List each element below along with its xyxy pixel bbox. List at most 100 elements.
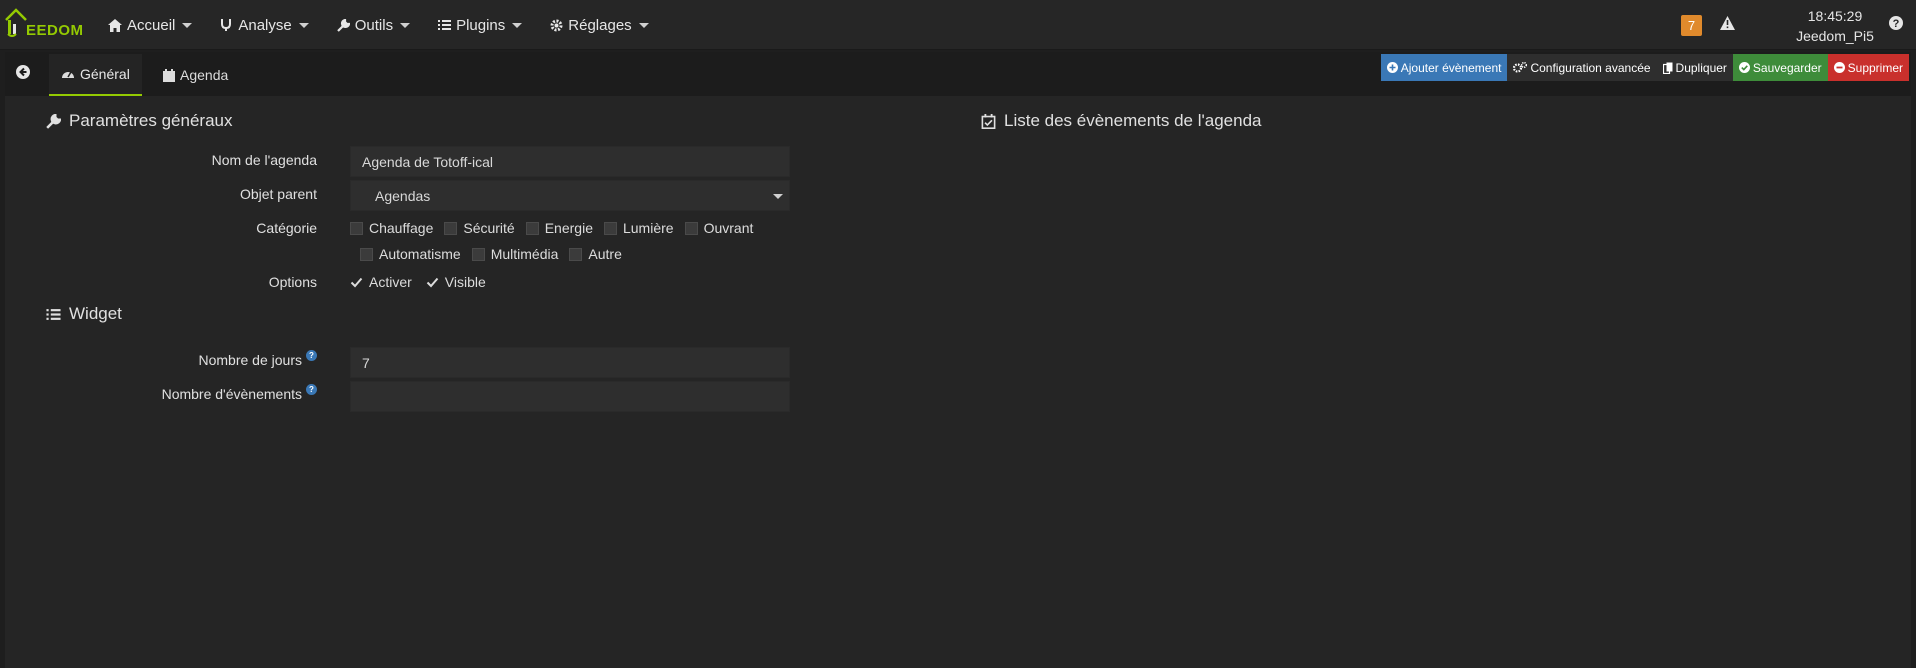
category-row-1: Chauffage Sécurité Energie Lumière Ouvra… — [350, 220, 764, 236]
parent-object-select[interactable]: Agendas — [350, 180, 790, 211]
list-icon — [438, 20, 452, 30]
calendar-icon — [163, 68, 175, 82]
general-section-title: Paramètres généraux — [46, 111, 232, 131]
checkbox[interactable] — [360, 247, 373, 261]
events-list-title-text: Liste des évènements de l'agenda — [1004, 111, 1262, 130]
category-label-ouvrant: Ouvrant — [703, 220, 754, 236]
main-menu: Accueil Analyse Outils Plugins Réglages — [94, 0, 663, 50]
tab-agenda[interactable]: Agenda — [151, 54, 240, 96]
days-count-label: Nombre de jours? — [17, 350, 317, 368]
category-label-lumiere: Lumière — [622, 220, 674, 236]
wrench-icon — [46, 113, 61, 129]
cogs-icon — [1513, 62, 1528, 73]
checkbox[interactable] — [525, 221, 539, 235]
category-chauffage[interactable]: Chauffage — [350, 220, 433, 236]
help-icon[interactable]: ? — [306, 384, 317, 395]
checkbox[interactable] — [444, 221, 458, 235]
chevron-down-icon — [298, 22, 309, 28]
checkbox[interactable] — [684, 221, 698, 235]
option-activate[interactable]: Activer — [350, 274, 412, 290]
events-count-input[interactable] — [350, 381, 790, 412]
logo-text: EEDOM — [26, 22, 84, 39]
copy-icon — [1662, 62, 1673, 74]
tab-general[interactable]: Général — [49, 54, 142, 96]
duplicate-label: Dupliquer — [1675, 60, 1727, 75]
checkbox[interactable] — [569, 247, 583, 261]
list-icon — [46, 308, 61, 320]
days-count-input[interactable]: 7 — [350, 347, 790, 378]
events-list-title: Liste des évènements de l'agenda — [981, 111, 1261, 131]
category-autre[interactable]: Autre — [569, 246, 622, 262]
checkbox[interactable] — [603, 221, 617, 235]
menu-accueil-label: Accueil — [127, 16, 176, 34]
save-label: Sauvegarder — [1752, 60, 1822, 75]
menu-plugins-label: Plugins — [456, 16, 506, 34]
menu-accueil[interactable]: Accueil — [94, 0, 206, 50]
main-content: Général Agenda Ajouter évènement Configu… — [5, 52, 1911, 668]
option-visible-label: Visible — [444, 274, 486, 290]
checkmark-icon[interactable] — [426, 277, 439, 288]
events-count-label: Nombre d'évènements? — [17, 384, 317, 402]
save-button[interactable]: Sauvegarder — [1732, 54, 1828, 81]
checkmark-icon[interactable] — [350, 277, 363, 288]
checkbox[interactable] — [350, 221, 363, 235]
menu-reglages-label: Réglages — [568, 16, 632, 34]
category-lumiere[interactable]: Lumière — [603, 220, 674, 236]
widget-title-text: Widget — [69, 304, 122, 323]
top-navbar: EEDOM Accueil Analyse Outils Plugins Rég… — [0, 0, 1916, 50]
chevron-down-icon — [400, 22, 411, 28]
parent-object-value: Agendas — [375, 188, 431, 204]
category-label-automatisme: Automatisme — [379, 246, 461, 262]
menu-analyse-label: Analyse — [238, 16, 292, 34]
home-icon — [108, 18, 122, 32]
hostname-display: Jeedom_Pi5 — [1796, 28, 1874, 44]
notification-count-badge[interactable]: 7 — [1681, 15, 1702, 36]
category-label-multimedia: Multimédia — [490, 246, 559, 262]
advanced-config-button[interactable]: Configuration avancée — [1507, 54, 1657, 81]
menu-reglages[interactable]: Réglages — [536, 0, 662, 50]
category-energie[interactable]: Energie — [525, 220, 593, 236]
tab-bar: Général Agenda Ajouter évènement Configu… — [5, 52, 1911, 96]
category-ouvrant[interactable]: Ouvrant — [684, 220, 754, 236]
delete-button[interactable]: Supprimer — [1827, 54, 1909, 81]
category-label-securite: Sécurité — [463, 220, 515, 236]
chevron-down-icon — [773, 194, 783, 199]
clock: 18:45:29 Jeedom_Pi5 — [1790, 6, 1880, 46]
category-label-chauffage: Chauffage — [369, 220, 434, 236]
agenda-name-input[interactable]: Agenda de Totoff-ical — [350, 146, 790, 177]
widget-section-title: Widget — [46, 304, 122, 324]
house-logo-icon — [5, 8, 27, 37]
calendar-check-icon — [981, 113, 996, 129]
options-label: Options — [268, 274, 317, 290]
category-label: Catégorie — [256, 220, 317, 236]
menu-plugins[interactable]: Plugins — [424, 0, 536, 50]
checkbox[interactable] — [471, 247, 485, 261]
add-event-button[interactable]: Ajouter évènement — [1380, 54, 1508, 81]
dashboard-icon — [62, 71, 74, 78]
back-arrow-icon[interactable] — [16, 65, 30, 79]
chevron-down-icon — [182, 22, 193, 28]
warning-icon[interactable] — [1720, 16, 1735, 30]
days-count-label-text: Nombre de jours — [198, 352, 303, 368]
category-securite[interactable]: Sécurité — [444, 220, 515, 236]
category-multimedia[interactable]: Multimédia — [471, 246, 559, 262]
delete-label: Supprimer — [1847, 60, 1903, 75]
category-automatisme[interactable]: Automatisme — [360, 246, 461, 262]
help-icon[interactable]: ? — [1889, 16, 1903, 30]
tab-general-label: Général — [80, 66, 130, 82]
menu-analyse[interactable]: Analyse — [206, 0, 322, 50]
jeedom-logo[interactable]: EEDOM — [4, 6, 83, 40]
minus-circle-icon — [1833, 62, 1845, 73]
chevron-down-icon — [512, 22, 523, 28]
duplicate-button[interactable]: Dupliquer — [1656, 54, 1733, 81]
menu-outils[interactable]: Outils — [323, 0, 424, 50]
action-buttons: Ajouter évènement Configuration avancée … — [1380, 54, 1909, 81]
time-display: 18:45:29 — [1807, 8, 1863, 24]
stethoscope-icon — [221, 19, 232, 31]
help-icon[interactable]: ? — [306, 350, 317, 361]
wrench-icon — [336, 18, 350, 32]
menu-outils-label: Outils — [354, 16, 394, 34]
option-visible[interactable]: Visible — [426, 274, 486, 290]
svg-text:?: ? — [1893, 18, 1900, 30]
option-activate-label: Activer — [369, 274, 412, 290]
